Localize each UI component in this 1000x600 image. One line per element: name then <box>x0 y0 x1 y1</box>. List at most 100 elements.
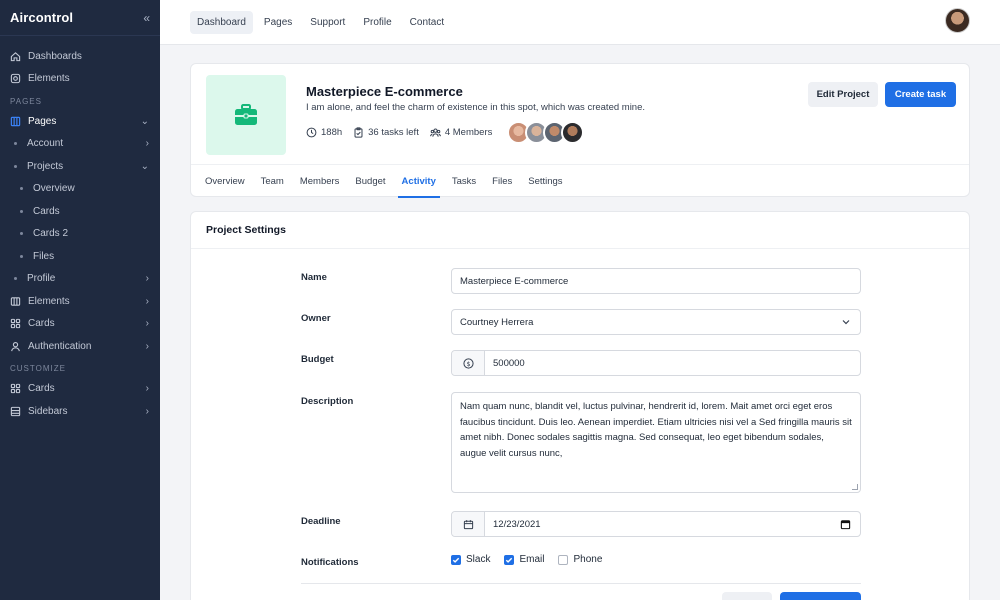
name-value: Masterpiece E-commerce <box>460 275 569 287</box>
project-subtitle: I am alone, and feel the charm of existe… <box>306 102 646 113</box>
app-logo[interactable]: Aircontrol <box>10 10 73 25</box>
tab-settings[interactable]: Settings <box>524 165 566 198</box>
tab-activity[interactable]: Activity <box>397 165 441 198</box>
bullet-icon <box>20 209 23 213</box>
slack-checkbox[interactable]: Slack <box>451 554 490 565</box>
sidebar-item-authentication[interactable]: Authentication › <box>0 335 160 358</box>
sidebar-item-files[interactable]: Files <box>0 245 160 268</box>
sidebar-item-overview[interactable]: Overview <box>0 178 160 201</box>
deadline-value: 12/23/2021 <box>493 518 541 530</box>
cancel-button[interactable] <box>722 592 772 600</box>
grid-icon <box>10 383 21 394</box>
sidebar-item-label: Elements <box>28 295 70 307</box>
sidebar-item-label: Cards <box>28 318 55 330</box>
sidebar-item-label: Profile <box>27 273 56 285</box>
sidebar-item-label: Dashboards <box>28 50 82 62</box>
owner-label: Owner <box>301 313 331 324</box>
sidebar-item-cards-group[interactable]: Cards › <box>0 313 160 336</box>
user-avatar[interactable] <box>945 8 970 33</box>
calendar-picker-icon[interactable] <box>840 519 851 530</box>
project-members: 4 Members <box>429 127 493 138</box>
deadline-field[interactable]: 12/23/2021 <box>451 511 861 537</box>
sidebar-icon <box>10 406 21 417</box>
sidebar-item-account[interactable]: Account › <box>0 133 160 156</box>
resize-handle[interactable] <box>852 484 858 490</box>
bullet-icon <box>20 232 23 236</box>
create-task-button[interactable]: Create task <box>885 82 956 107</box>
topnav-pages[interactable]: Pages <box>257 11 299 34</box>
topnav-contact[interactable]: Contact <box>403 11 451 34</box>
tab-tasks[interactable]: Tasks <box>448 165 480 198</box>
columns-icon <box>10 296 21 307</box>
bullet-icon <box>14 164 17 168</box>
sidebar: Aircontrol « Dashboards Elements PAGES P… <box>0 0 160 600</box>
owner-select[interactable]: Courtney Herrera <box>451 309 861 335</box>
member-avatars <box>507 121 585 144</box>
avatar[interactable] <box>561 121 585 144</box>
sidebar-item-cards-customize[interactable]: Cards › <box>0 378 160 401</box>
briefcase-icon <box>235 104 257 125</box>
project-hours: 188h <box>306 127 342 138</box>
chevron-right-icon: › <box>145 318 149 330</box>
bullet-icon <box>14 277 17 281</box>
topnav-support[interactable]: Support <box>303 11 352 34</box>
name-field[interactable]: Masterpiece E-commerce <box>451 268 861 294</box>
clipboard-icon <box>354 127 363 138</box>
sidebar-item-label: Cards <box>28 383 55 395</box>
project-meta: 188h 36 tasks left 4 Members <box>306 121 585 144</box>
bullet-icon <box>20 187 23 191</box>
checkbox-label: Phone <box>573 554 603 565</box>
sidebar-item-elements-2[interactable]: Elements › <box>0 290 160 313</box>
chevron-down-icon: ⌄ <box>140 115 149 127</box>
project-tasks: 36 tasks left <box>353 127 419 138</box>
chevron-right-icon: › <box>145 273 149 285</box>
sidebar-item-label: Cards 2 <box>33 228 69 240</box>
sidebar-item-label: Pages <box>28 115 57 127</box>
checkbox-unchecked-icon[interactable] <box>558 554 569 565</box>
double-chevron-left-icon[interactable]: « <box>143 11 150 25</box>
sidebar-item-elements[interactable]: Elements <box>0 68 160 91</box>
project-title: Masterpiece E-commerce <box>306 84 463 99</box>
dollar-icon: $ <box>452 351 485 375</box>
name-label: Name <box>301 272 327 283</box>
checkbox-label: Email <box>519 554 545 565</box>
sidebar-item-cards[interactable]: Cards <box>0 200 160 223</box>
sidebar-item-sidebars[interactable]: Sidebars › <box>0 400 160 423</box>
description-textarea[interactable]: Nam quam nunc, blandit vel, luctus pulvi… <box>451 392 861 493</box>
email-checkbox[interactable]: Email <box>504 554 544 565</box>
home-icon <box>10 51 21 62</box>
project-header-card: Masterpiece E-commerce I am alone, and f… <box>190 63 970 198</box>
notifications-label: Notifications <box>301 557 359 568</box>
sidebar-item-pages[interactable]: Pages ⌄ <box>0 110 160 133</box>
checkbox-label: Slack <box>466 554 491 565</box>
sidebar-item-projects[interactable]: Projects ⌄ <box>0 155 160 178</box>
sidebar-item-label: Authentication <box>28 340 92 352</box>
sidebar-item-profile[interactable]: Profile › <box>0 268 160 291</box>
sidebar-item-label: Files <box>33 250 55 262</box>
project-members-value: 4 Members <box>444 127 493 138</box>
tab-overview[interactable]: Overview <box>201 165 249 198</box>
grid-icon <box>10 318 21 329</box>
users-icon <box>429 128 441 137</box>
sidebar-item-cards-2[interactable]: Cards 2 <box>0 223 160 246</box>
brand: Aircontrol « <box>0 0 160 36</box>
save-button[interactable] <box>780 592 861 600</box>
budget-field[interactable]: $ 500000 <box>451 350 861 376</box>
sidebar-item-dashboards[interactable]: Dashboards <box>0 45 160 68</box>
topnav-dashboard[interactable]: Dashboard <box>190 11 253 34</box>
tab-members[interactable]: Members <box>296 165 344 198</box>
chevron-down-icon <box>842 320 850 325</box>
sidebar-section-customize: CUSTOMIZE <box>10 364 66 373</box>
checkbox-checked-icon[interactable] <box>451 554 461 565</box>
edit-project-button[interactable]: Edit Project <box>808 82 878 107</box>
topnav-profile[interactable]: Profile <box>356 11 398 34</box>
svg-text:$: $ <box>466 359 470 367</box>
sidebar-item-label: Projects <box>27 160 64 172</box>
tab-files[interactable]: Files <box>488 165 516 198</box>
divider <box>191 248 969 249</box>
tab-budget[interactable]: Budget <box>351 165 389 198</box>
checkbox-checked-icon[interactable] <box>504 554 515 565</box>
tab-team[interactable]: Team <box>257 165 288 198</box>
phone-checkbox[interactable]: Phone <box>558 554 602 565</box>
chevron-right-icon: › <box>145 383 149 395</box>
